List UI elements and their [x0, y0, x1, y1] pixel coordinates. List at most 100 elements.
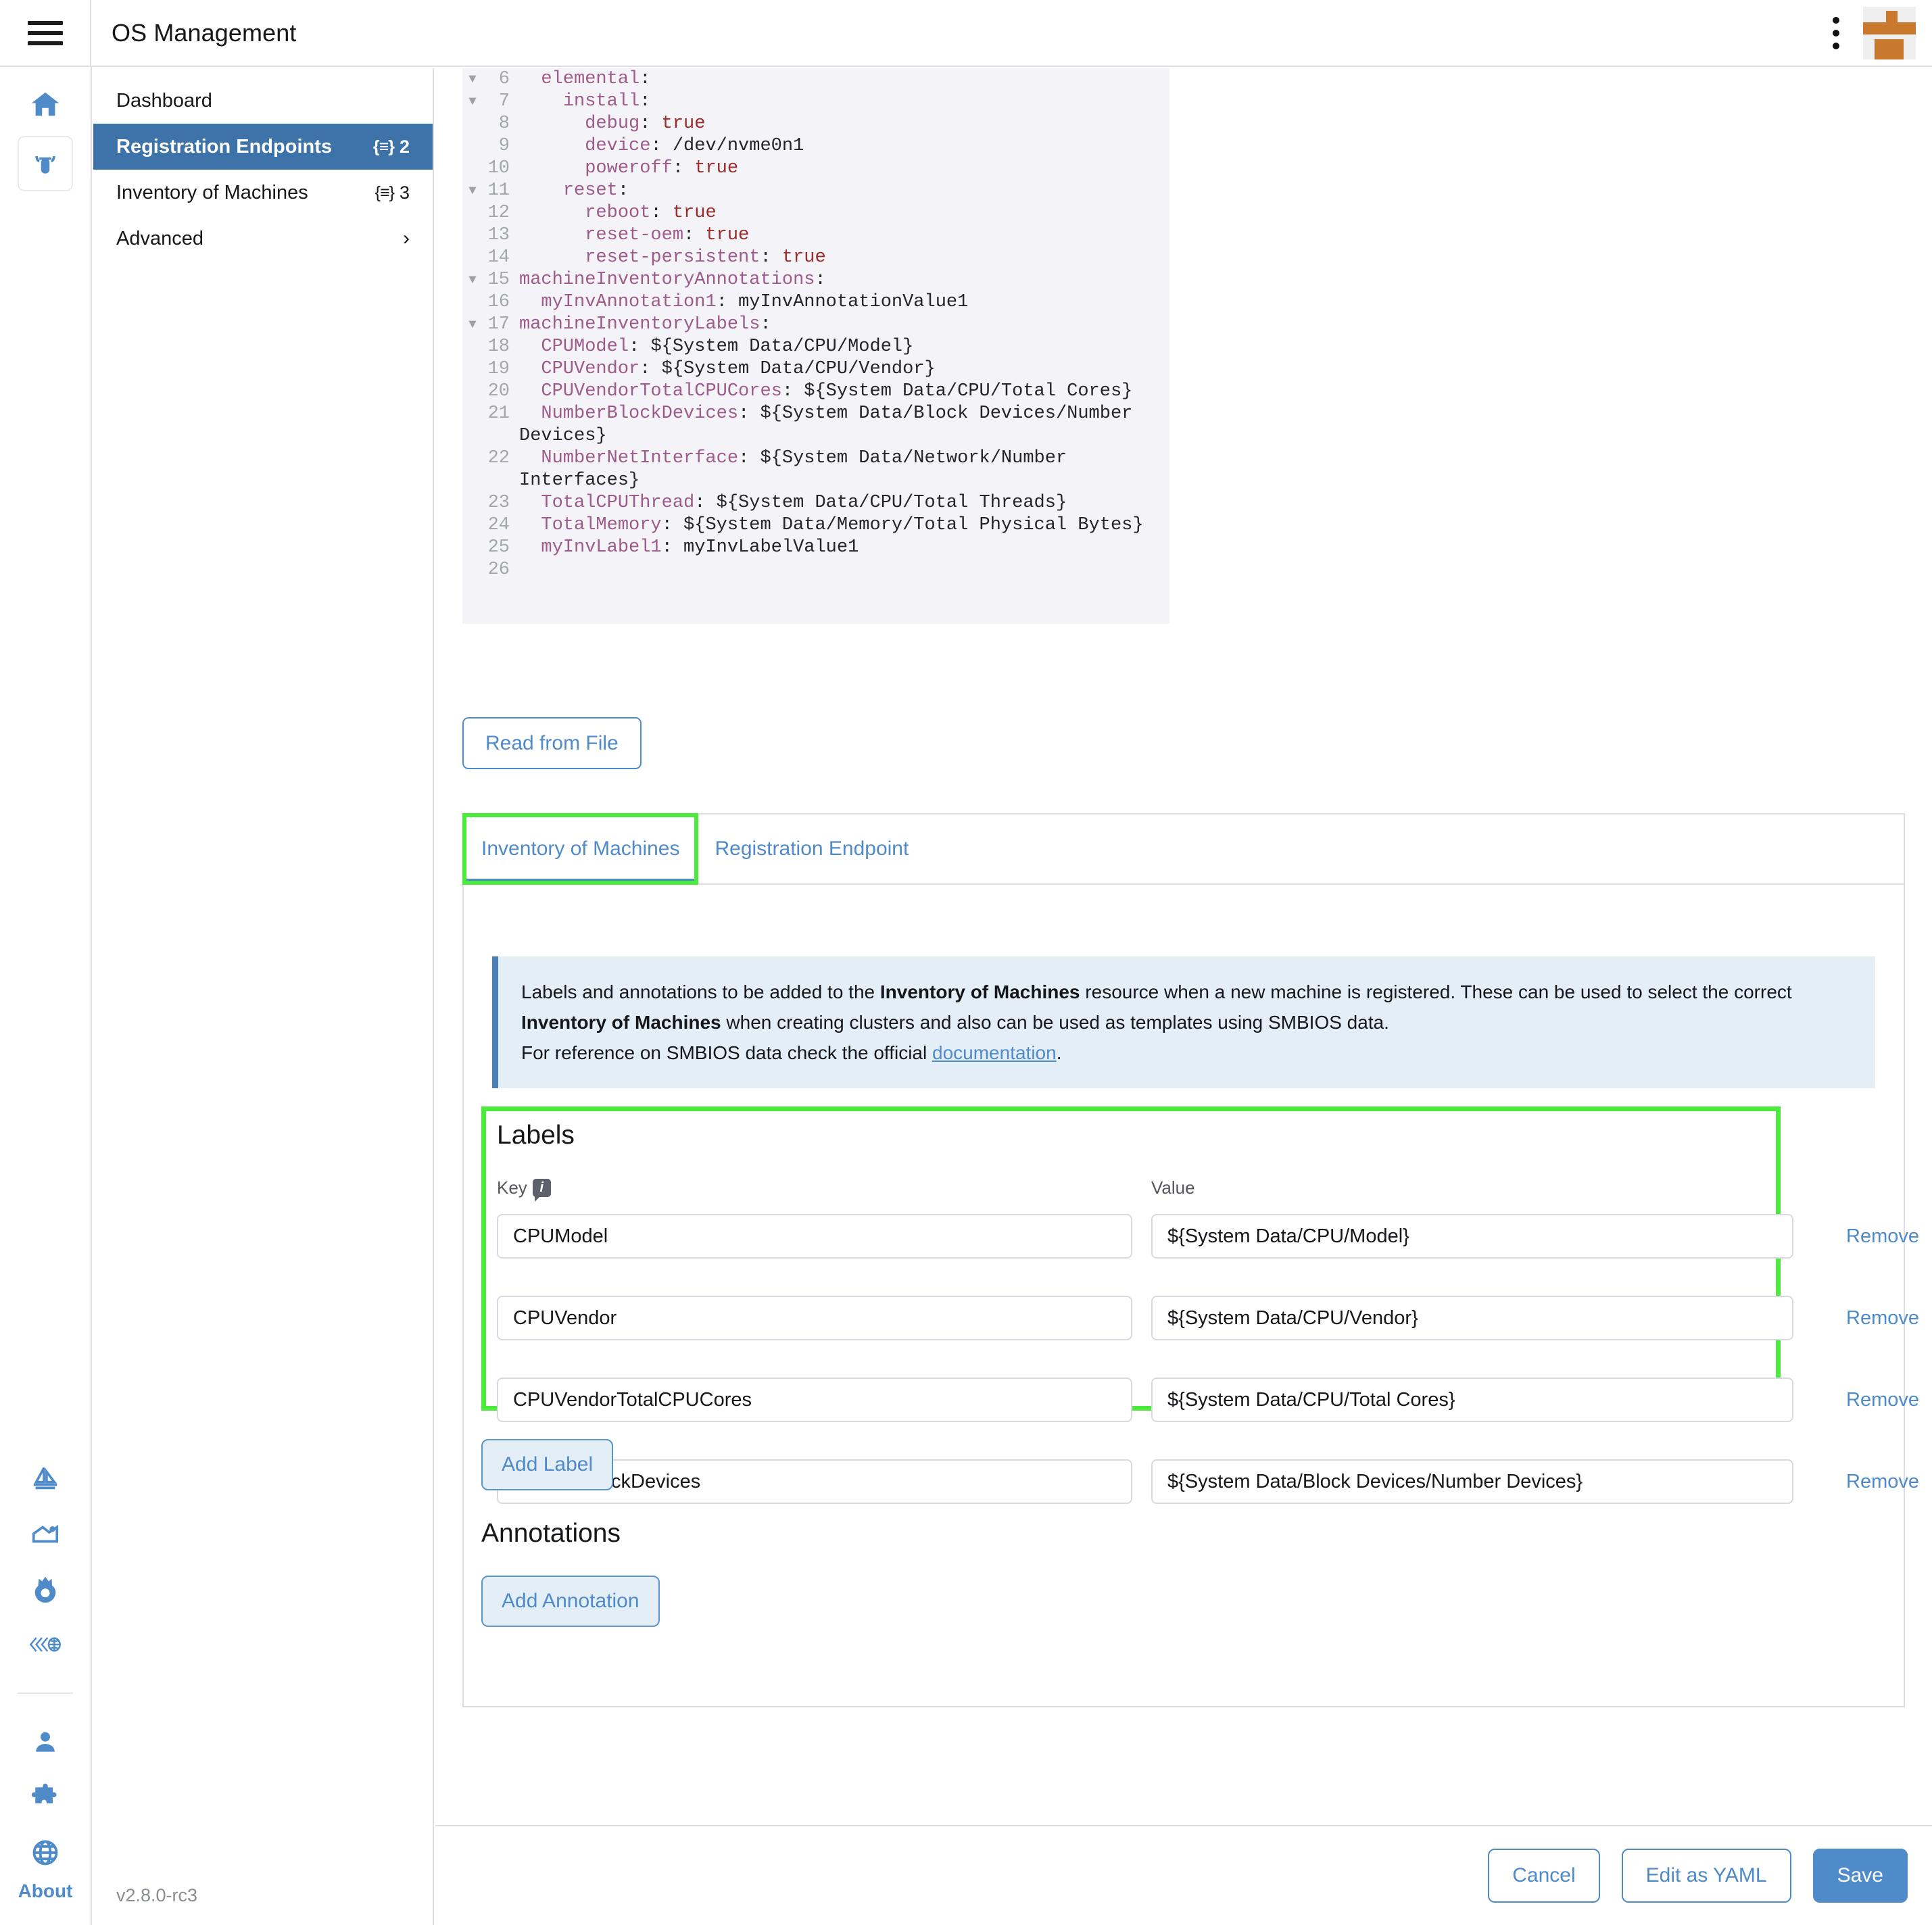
code-text: debug: true [519, 113, 1169, 135]
sidebar-item-dashboard[interactable]: Dashboard [93, 78, 433, 124]
code-text: install: [519, 91, 1169, 113]
user-icon[interactable] [18, 1714, 73, 1770]
add-label-button[interactable]: Add Label [481, 1439, 613, 1490]
line-number: 10 [483, 157, 519, 180]
line-number: 23 [483, 492, 519, 514]
edit-as-yaml-button[interactable]: Edit as YAML [1622, 1849, 1791, 1903]
info-text: resource when a new machine is registere… [1080, 981, 1792, 1002]
remove-label-link[interactable]: Remove [1846, 1459, 1919, 1504]
info-text: For reference on SMBIOS data check the o… [521, 1042, 932, 1063]
yaml-code-editor[interactable]: ▼6 elemental:▼7 install:8 debug: true9 d… [462, 68, 1169, 624]
code-text: CPUVendor: ${System Data/CPU/Vendor} [519, 358, 1169, 381]
more-vertical-icon[interactable] [1829, 14, 1843, 53]
line-number: 25 [483, 537, 519, 559]
code-line: 12 reboot: true [462, 202, 1169, 224]
tab-label: Inventory of Machines [481, 837, 679, 860]
extensions-icon[interactable] [18, 1770, 73, 1825]
code-text: reset: [519, 180, 1169, 202]
code-text: machineInventoryAnnotations: [519, 269, 1169, 291]
info-banner-paragraph-1: Labels and annotations to be added to th… [521, 977, 1852, 1038]
code-text: reset-oem: true [519, 224, 1169, 247]
code-line: ▼11 reset: [462, 180, 1169, 202]
add-annotation-button[interactable]: Add Annotation [481, 1576, 660, 1627]
suse-logo-icon [1863, 7, 1916, 59]
tab-inventory-of-machines[interactable]: Inventory of Machines [464, 814, 697, 883]
code-line: 9 device: /dev/nvme0n1 [462, 135, 1169, 157]
remove-label-link[interactable]: Remove [1846, 1296, 1919, 1340]
sidebar-item-registration-endpoints[interactable]: Registration Endpoints {≡} 2 [93, 124, 433, 170]
code-text: NumberNetInterface: ${System Data/Networ… [519, 447, 1169, 492]
fold-toggle-icon[interactable]: ▼ [462, 314, 483, 336]
line-number: 14 [483, 247, 519, 269]
cluster-icon[interactable] [18, 1506, 73, 1561]
code-line: 25 myInvLabel1: myInvLabelValue1 [462, 537, 1169, 559]
info-strong: Inventory of Machines [521, 1012, 721, 1033]
key-header-label: Key [497, 1177, 527, 1198]
fold-toggle-icon[interactable]: ▼ [462, 68, 483, 91]
label-key-input[interactable]: CPUModel [497, 1214, 1132, 1259]
info-tooltip-icon[interactable]: i [533, 1179, 551, 1197]
label-value-input[interactable]: ${System Data/CPU/Vendor} [1151, 1296, 1793, 1340]
line-number: 15 [483, 269, 519, 291]
labels-heading: Labels [497, 1121, 575, 1150]
home-icon[interactable] [18, 76, 73, 132]
line-number: 18 [483, 336, 519, 358]
code-line: 26 [462, 559, 1169, 581]
code-text: NumberBlockDevices: ${System Data/Block … [519, 403, 1169, 447]
line-number: 24 [483, 514, 519, 537]
remove-label-link[interactable]: Remove [1846, 1378, 1919, 1422]
label-key-input[interactable]: CPUVendorTotalCPUCores [497, 1378, 1132, 1422]
sidebar-item-label: Registration Endpoints [116, 136, 332, 158]
label-row: CPUVendor ${System Data/CPU/Vendor} Remo… [497, 1296, 1932, 1340]
label-value-input[interactable]: ${System Data/CPU/Model} [1151, 1214, 1793, 1259]
info-strong: Inventory of Machines [880, 981, 1080, 1002]
sidebar-item-advanced[interactable]: Advanced › [93, 216, 433, 262]
line-number: 12 [483, 202, 519, 224]
code-text: TotalCPUThread: ${System Data/CPU/Total … [519, 492, 1169, 514]
rancher-fleet-icon[interactable] [18, 1451, 73, 1506]
label-row: CPUVendorTotalCPUCores ${System Data/CPU… [497, 1378, 1932, 1422]
label-value-input[interactable]: ${System Data/Block Devices/Number Devic… [1151, 1459, 1793, 1504]
globe-icon[interactable] [18, 1825, 73, 1880]
label-row: CPUModel ${System Data/CPU/Model} Remove [497, 1214, 1932, 1259]
tab-label: Registration Endpoint [715, 837, 909, 860]
label-row: NumberBlockDevices ${System Data/Block D… [497, 1459, 1932, 1504]
fold-toggle-icon[interactable]: ▼ [462, 180, 483, 202]
sidebar-item-label: Advanced [116, 228, 203, 250]
read-from-file-button[interactable]: Read from File [462, 717, 642, 769]
code-text: poweroff: true [519, 157, 1169, 180]
code-text: machineInventoryLabels: [519, 314, 1169, 336]
save-button[interactable]: Save [1813, 1849, 1908, 1903]
line-number: 22 [483, 447, 519, 470]
cancel-button[interactable]: Cancel [1488, 1849, 1599, 1903]
sidebar-item-label: Dashboard [116, 90, 212, 112]
menu-toggle-button[interactable] [0, 0, 91, 66]
rail-bottom-group: About [18, 1451, 73, 1925]
config-glyph-icon: {≡} [373, 137, 394, 157]
tab-registration-endpoint[interactable]: Registration Endpoint [697, 814, 926, 883]
line-number: 13 [483, 224, 519, 247]
code-line: 19 CPUVendor: ${System Data/CPU/Vendor} [462, 358, 1169, 381]
code-line: 14 reset-persistent: true [462, 247, 1169, 269]
code-line: 10 poweroff: true [462, 157, 1169, 180]
remove-label-link[interactable]: Remove [1846, 1214, 1919, 1259]
sidebar-item-count: {≡} 3 [375, 182, 410, 203]
sidebar-item-inventory-of-machines[interactable]: Inventory of Machines {≡} 3 [93, 170, 433, 216]
label-key-input[interactable]: CPUVendor [497, 1296, 1132, 1340]
top-bar: OS Management [0, 0, 1932, 67]
code-line: 18 CPUModel: ${System Data/CPU/Model} [462, 336, 1169, 358]
info-text: Labels and annotations to be added to th… [521, 981, 880, 1002]
documentation-link[interactable]: documentation [932, 1042, 1057, 1063]
elemental-icon[interactable] [18, 136, 73, 191]
code-line: ▼7 install: [462, 91, 1169, 113]
fold-toggle-icon[interactable]: ▼ [462, 269, 483, 291]
labels-annotations-card: Inventory of Machines Registration Endpo… [462, 813, 1905, 1707]
label-value-input[interactable]: ${System Data/CPU/Total Cores} [1151, 1378, 1793, 1422]
main-content: ▼6 elemental:▼7 install:8 debug: true9 d… [435, 68, 1932, 1925]
longhorn-icon[interactable] [18, 1561, 73, 1617]
harvester-icon[interactable] [18, 1617, 73, 1672]
line-number: 8 [483, 113, 519, 135]
code-text: TotalMemory: ${System Data/Memory/Total … [519, 514, 1169, 537]
about-link[interactable]: About [18, 1880, 73, 1914]
fold-toggle-icon[interactable]: ▼ [462, 91, 483, 113]
